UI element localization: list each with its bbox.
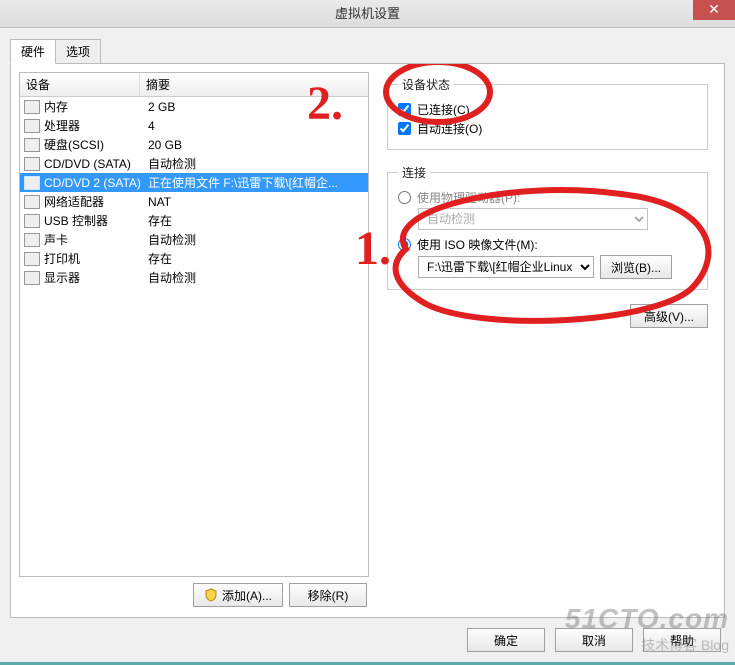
ok-button[interactable]: 确定 xyxy=(467,628,545,652)
hardware-row-cd1[interactable]: CD/DVD (SATA)自动检测 xyxy=(20,154,368,173)
advanced-button[interactable]: 高级(V)... xyxy=(630,304,708,328)
dialog-buttons: 确定 取消 帮助 xyxy=(0,618,735,662)
use-iso-label: 使用 ISO 映像文件(M): xyxy=(417,236,538,253)
device-status-group: 设备状态 已连接(C) 自动连接(O) xyxy=(387,76,708,150)
connected-checkbox-row[interactable]: 已连接(C) xyxy=(398,101,697,118)
hardware-table-head: 设备 摘要 xyxy=(20,73,368,97)
add-hardware-button[interactable]: 添加(A)... xyxy=(193,583,283,607)
device-label: 显示器 xyxy=(44,269,148,286)
memory-icon xyxy=(24,100,40,114)
device-label: CD/DVD (SATA) xyxy=(44,157,148,171)
summary-label: 存在 xyxy=(148,212,364,229)
use-physical-radio-row[interactable]: 使用物理驱动器(P): xyxy=(398,189,697,206)
device-label: 打印机 xyxy=(44,250,148,267)
hardware-row-memory[interactable]: 内存2 GB xyxy=(20,97,368,116)
summary-label: 20 GB xyxy=(148,138,364,152)
use-iso-radio-row[interactable]: 使用 ISO 映像文件(M): xyxy=(398,236,697,253)
tab-options[interactable]: 选项 xyxy=(55,39,101,64)
device-status-legend: 设备状态 xyxy=(398,76,454,93)
connect-at-power-checkbox-row[interactable]: 自动连接(O) xyxy=(398,120,697,137)
settings-window: 虚拟机设置 ✕ 硬件 选项 设备 摘要 内存2 GB处理器4硬盘(SCSI)20… xyxy=(0,0,735,662)
shield-icon xyxy=(204,588,218,602)
hardware-row-sound[interactable]: 声卡自动检测 xyxy=(20,230,368,249)
usb-icon xyxy=(24,214,40,228)
summary-label: 4 xyxy=(148,119,364,133)
device-label: 硬盘(SCSI) xyxy=(44,136,148,153)
hardware-row-hdd[interactable]: 硬盘(SCSI)20 GB xyxy=(20,135,368,154)
hardware-panel: 设备 摘要 内存2 GB处理器4硬盘(SCSI)20 GBCD/DVD (SAT… xyxy=(10,63,725,618)
summary-label: 2 GB xyxy=(148,100,364,114)
device-label: 处理器 xyxy=(44,117,148,134)
hardware-row-printer[interactable]: 打印机存在 xyxy=(20,249,368,268)
window-title: 虚拟机设置 xyxy=(335,6,400,21)
connect-at-power-label: 自动连接(O) xyxy=(417,120,482,137)
use-physical-label: 使用物理驱动器(P): xyxy=(417,189,520,206)
connected-checkbox[interactable] xyxy=(398,103,411,116)
remove-hardware-button[interactable]: 移除(R) xyxy=(289,583,367,607)
summary-label: NAT xyxy=(148,195,364,209)
hardware-row-cd2[interactable]: CD/DVD 2 (SATA)正在使用文件 F:\迅雷下载\[红帽企... xyxy=(20,173,368,192)
printer-icon xyxy=(24,252,40,266)
tab-hardware[interactable]: 硬件 xyxy=(10,39,56,64)
hardware-row-usb[interactable]: USB 控制器存在 xyxy=(20,211,368,230)
connect-at-power-checkbox[interactable] xyxy=(398,122,411,135)
summary-label: 存在 xyxy=(148,250,364,267)
iso-path-field[interactable]: F:\迅雷下载\[红帽企业Linux. xyxy=(418,256,594,278)
hardware-table: 设备 摘要 内存2 GB处理器4硬盘(SCSI)20 GBCD/DVD (SAT… xyxy=(19,72,369,577)
hardware-row-netadapter[interactable]: 网络适配器NAT xyxy=(20,192,368,211)
summary-label: 自动检测 xyxy=(148,231,364,248)
display-icon xyxy=(24,271,40,285)
summary-label: 正在使用文件 F:\迅雷下载\[红帽企... xyxy=(148,174,364,191)
device-label: CD/DVD 2 (SATA) xyxy=(44,176,148,190)
cd2-icon xyxy=(24,176,40,190)
use-iso-radio[interactable] xyxy=(398,238,411,251)
browse-button[interactable]: 浏览(B)... xyxy=(600,255,672,279)
device-label: 内存 xyxy=(44,98,148,115)
col-summary: 摘要 xyxy=(140,73,368,96)
connection-legend: 连接 xyxy=(398,164,430,181)
hardware-row-display[interactable]: 显示器自动检测 xyxy=(20,268,368,287)
cancel-button[interactable]: 取消 xyxy=(555,628,633,652)
close-icon: ✕ xyxy=(708,1,720,17)
netadapter-icon xyxy=(24,195,40,209)
use-physical-radio[interactable] xyxy=(398,191,411,204)
summary-label: 自动检测 xyxy=(148,269,364,286)
window-close-button[interactable]: ✕ xyxy=(693,0,735,20)
cpu-icon xyxy=(24,119,40,133)
hdd-icon xyxy=(24,138,40,152)
titlebar: 虚拟机设置 ✕ xyxy=(0,0,735,28)
summary-label: 自动检测 xyxy=(148,155,364,172)
cd1-icon xyxy=(24,157,40,171)
device-label: USB 控制器 xyxy=(44,212,148,229)
tabstrip: 硬件 选项 xyxy=(10,38,725,63)
help-button[interactable]: 帮助 xyxy=(643,628,721,652)
sound-icon xyxy=(24,233,40,247)
connected-label: 已连接(C) xyxy=(417,101,470,118)
hardware-row-cpu[interactable]: 处理器4 xyxy=(20,116,368,135)
connection-group: 连接 使用物理驱动器(P): 自动检测 使用 ISO 映像文件(M): xyxy=(387,164,708,290)
device-label: 网络适配器 xyxy=(44,193,148,210)
col-device: 设备 xyxy=(20,73,140,96)
device-label: 声卡 xyxy=(44,231,148,248)
physical-drive-select: 自动检测 xyxy=(418,208,648,230)
